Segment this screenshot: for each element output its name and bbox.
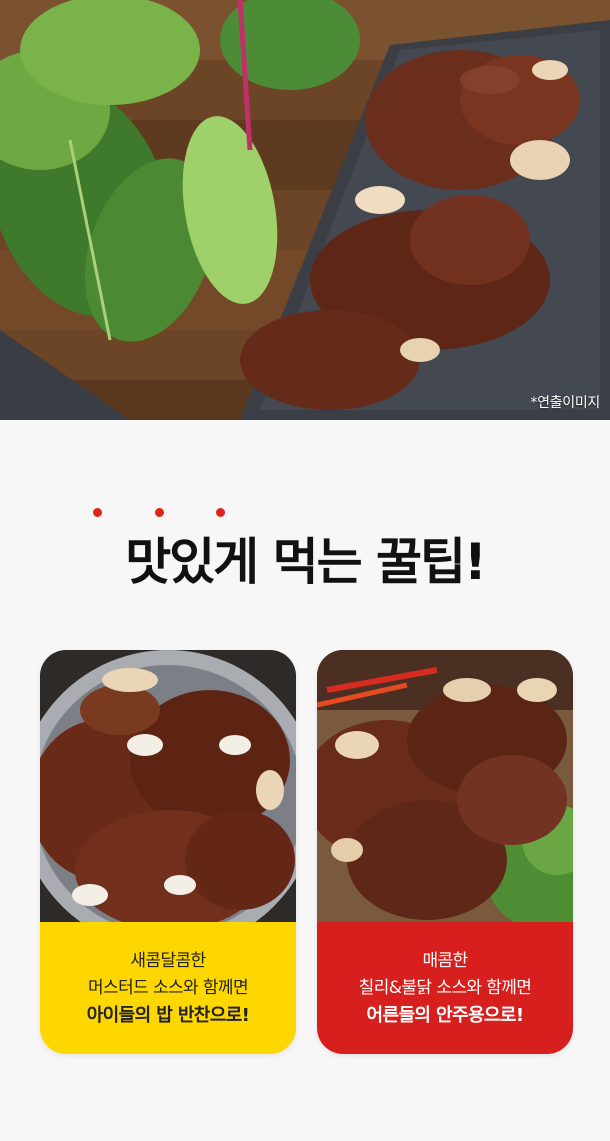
tip-text-mustard: 새콤달콤한 머스터드 소스와 함께면 아이들의 밥 반찬으로! xyxy=(40,922,296,1054)
title-emphasis-dots xyxy=(0,508,610,520)
tip-line-3: 아이들의 밥 반찬으로! xyxy=(86,1004,250,1026)
tip-photo-mustard xyxy=(40,650,296,922)
tip-line-2: 머스터드 소스와 함께면 xyxy=(87,977,249,998)
tip-card-mustard: 새콤달콤한 머스터드 소스와 함께면 아이들의 밥 반찬으로! xyxy=(40,650,296,1054)
emphasis-dot xyxy=(155,508,164,517)
tip-line-3: 어른들의 안주용으로! xyxy=(366,1004,525,1026)
tip-photo-mustard-illustration xyxy=(40,650,296,922)
emphasis-dot xyxy=(93,508,102,517)
emphasis-dot xyxy=(216,508,225,517)
tip-photo-chili xyxy=(317,650,573,922)
hero-illustration xyxy=(0,0,610,420)
tip-card-chili: 매콤한 칠리&불닭 소스와 함께면 어른들의 안주용으로! xyxy=(317,650,573,1054)
tip-line-2: 칠리&불닭 소스와 함께면 xyxy=(358,977,532,998)
hero-photo: *연출이미지 xyxy=(0,0,610,420)
tip-text-chili: 매콤한 칠리&불닭 소스와 함께면 어른들의 안주용으로! xyxy=(317,922,573,1054)
tip-photo-chili-illustration xyxy=(317,650,573,922)
tip-line-1: 새콤달콤한 xyxy=(130,950,206,971)
hero-caption: *연출이미지 xyxy=(530,395,600,411)
page-title: 맛있게 먹는 꿀팁! xyxy=(125,533,487,591)
tip-line-1: 매콤한 xyxy=(422,950,468,971)
